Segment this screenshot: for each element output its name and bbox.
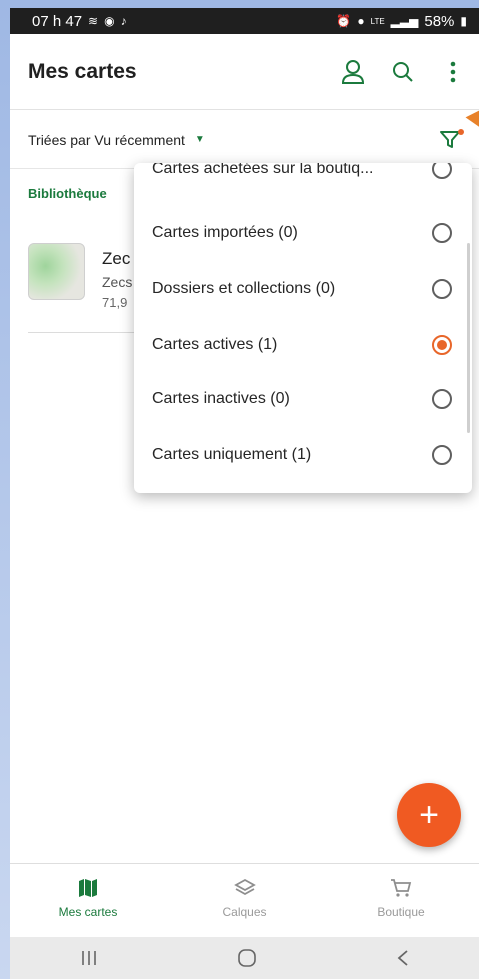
tab-mes-cartes[interactable]: Mes cartes — [28, 864, 148, 937]
menu-item-label: Cartes importées (0) — [152, 224, 298, 241]
tab-label: Calques — [222, 905, 267, 919]
menu-item-purchased[interactable]: Cartes achetées sur la boutiq... — [134, 163, 472, 197]
app-bar: Mes cartes — [10, 34, 479, 110]
caret-down-icon: ▼ — [194, 134, 205, 145]
status-time: 07 h 47 — [32, 12, 83, 30]
bottom-navigation: Mes cartes Calques Boutique — [10, 863, 479, 937]
radio-button[interactable] — [432, 389, 452, 409]
tab-label: Boutique — [377, 905, 425, 919]
page-title: Mes cartes — [28, 59, 137, 83]
radio-dot — [437, 340, 447, 350]
user-icon[interactable] — [339, 58, 367, 86]
list-item-size: 71,9 — [102, 295, 128, 310]
layers-icon — [233, 878, 256, 896]
list-item-subtitle: Zecs — [102, 274, 133, 290]
cart-icon — [391, 879, 412, 897]
recent-apps-icon[interactable] — [79, 950, 99, 966]
wifi-icon: ≋ — [88, 14, 99, 28]
filter-button[interactable] — [439, 128, 464, 152]
sort-label: Triées par Vu récemment — [28, 131, 185, 148]
signal-icon: ▂▃▅ — [390, 14, 419, 28]
menu-item-maps-only[interactable]: Cartes uniquement (1) — [134, 427, 472, 483]
list-item-title: Zec — [102, 249, 131, 268]
tab-calques[interactable]: Calques — [185, 864, 305, 937]
sort-row: Triées par Vu récemment ▼ — [10, 111, 479, 169]
map-thumbnail — [28, 243, 85, 300]
battery-level: 58% — [424, 12, 455, 30]
menu-item-label: Cartes uniquement (1) — [152, 446, 312, 463]
menu-item-inactive[interactable]: Cartes inactives (0) — [134, 371, 472, 427]
sort-dropdown[interactable]: Triées par Vu récemment ▼ — [28, 132, 205, 148]
phone-screen: 07 h 47 ≋ ◉ ♪ ⏰ ● LTE ▂▃▅ 58% ▮ Mes cart… — [10, 8, 479, 979]
network-label: LTE — [370, 16, 385, 26]
filter-menu: Cartes achetées sur la boutiq... Cartes … — [134, 163, 472, 493]
section-title: Bibliothèque — [28, 186, 107, 201]
radio-button[interactable] — [432, 279, 452, 299]
filter-active-dot — [458, 128, 464, 135]
more-vert-icon[interactable] — [439, 58, 467, 86]
status-bar: 07 h 47 ≋ ◉ ♪ ⏰ ● LTE ▂▃▅ 58% ▮ — [10, 8, 479, 34]
radio-button-selected[interactable] — [432, 335, 452, 355]
search-icon[interactable] — [389, 58, 417, 86]
music-note-icon: ♪ — [120, 14, 127, 28]
scrollbar[interactable] — [467, 243, 470, 433]
notification-icon: ◉ — [104, 14, 115, 28]
home-icon[interactable] — [237, 948, 257, 968]
menu-item-imported[interactable]: Cartes importées (0) — [134, 205, 472, 261]
menu-item-label: Cartes actives (1) — [152, 336, 278, 353]
menu-item-label: Cartes inactives (0) — [152, 390, 290, 407]
battery-icon: ▮ — [460, 14, 467, 28]
radio-button[interactable] — [432, 445, 452, 465]
menu-item-folders[interactable]: Dossiers et collections (0) — [134, 261, 472, 317]
system-navigation-bar — [10, 937, 479, 979]
menu-item-active[interactable]: Cartes actives (1) — [134, 317, 472, 373]
menu-item-label: Dossiers et collections (0) — [152, 280, 336, 297]
back-icon[interactable] — [396, 949, 410, 967]
location-icon: ● — [357, 14, 365, 28]
add-button[interactable]: + — [397, 783, 461, 847]
alarm-icon: ⏰ — [336, 14, 352, 28]
menu-item-label: Cartes achetées sur la boutiq... — [152, 163, 374, 177]
tab-boutique[interactable]: Boutique — [341, 864, 461, 937]
radio-button[interactable] — [432, 223, 452, 243]
map-icon — [79, 879, 97, 897]
tab-label: Mes cartes — [58, 905, 118, 919]
radio-button[interactable] — [432, 163, 452, 179]
